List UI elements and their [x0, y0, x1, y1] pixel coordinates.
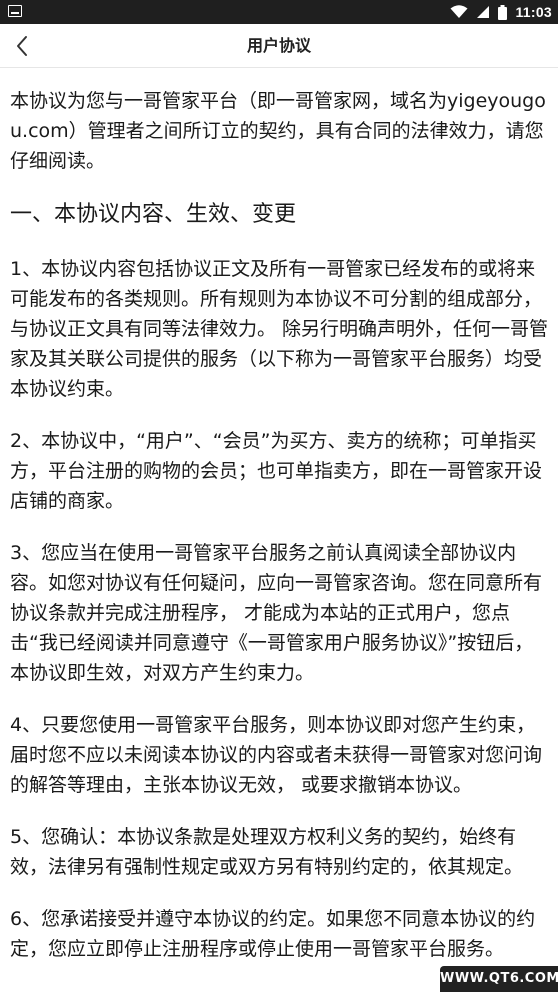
- wifi-icon: [450, 5, 468, 18]
- clause-6: 6、您承诺接受并遵守本协议的约定。如果您不同意本协议的约定，您应立即停止注册程序…: [10, 908, 536, 960]
- clause-2: 2、本协议中，“用户”、“会员”为买方、卖方的统称；可单指买方，平台注册的购物的…: [10, 430, 543, 512]
- clause-5: 5、您确认：本协议条款是处理双方权利义务的契约，始终有效，法律另有强制性规定或双…: [10, 826, 524, 878]
- status-icons: 11:03: [450, 0, 552, 24]
- status-time: 11:03: [515, 4, 552, 20]
- page-title: 用户协议: [246, 36, 311, 55]
- clause-3: 3、您应当在使用一哥管家平台服务之前认真阅读全部协议内容。如您对协议有任何疑问，…: [10, 542, 543, 684]
- clause-1: 1、本协议内容包括协议正文及所有一哥管家已经发布的或将来可能发布的各类规则。所有…: [10, 258, 549, 400]
- watermark: WWW.QT6.COM: [440, 966, 558, 992]
- agreement-intro: 本协议为您与一哥管家平台（即一哥管家网，域名为yigeyougou.com）管理…: [10, 90, 546, 172]
- battery-icon: [498, 4, 508, 20]
- agreement-content: 本协议为您与一哥管家平台（即一哥管家网，域名为yigeyougou.com）管理…: [10, 86, 550, 986]
- status-bar: 11:03: [0, 0, 558, 24]
- nav-bar: 用户协议: [0, 24, 558, 68]
- cell-signal-icon: [477, 6, 490, 18]
- section-title: 一、本协议内容、生效、变更: [10, 202, 297, 227]
- clause-4: 4、只要您使用一哥管家平台服务，则本协议即对您产生约束，届时您不应以未阅读本协议…: [10, 714, 543, 796]
- notification-icon: [8, 5, 22, 17]
